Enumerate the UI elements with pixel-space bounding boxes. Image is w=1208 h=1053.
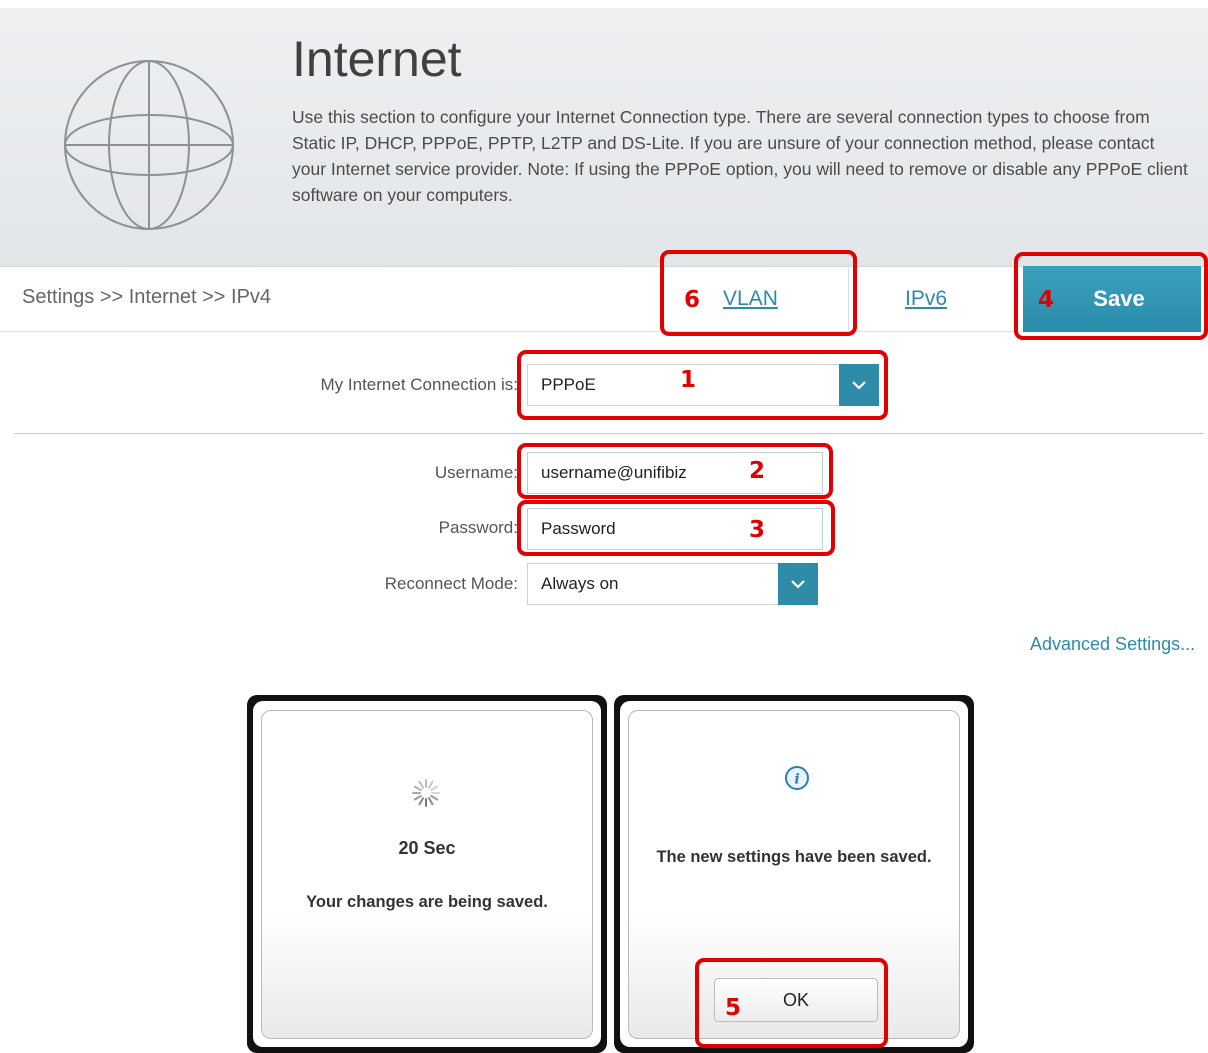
reconnect-mode-select[interactable]: Always on: [527, 563, 818, 605]
breadcrumb: Settings >> Internet >> IPv4: [22, 286, 272, 308]
annotation-number-3: 3: [749, 517, 766, 543]
connection-type-label: My Internet Connection is:: [320, 375, 518, 394]
annotation-number-6: 6: [684, 287, 701, 313]
annotation-number-4: 4: [1038, 287, 1055, 313]
page-description: Use this section to configure your Inter…: [292, 107, 1188, 205]
svg-text:i: i: [794, 772, 799, 788]
chevron-down-icon[interactable]: [778, 563, 818, 605]
reconnect-mode-label: Reconnect Mode:: [384, 574, 518, 593]
globe-icon: [64, 60, 234, 230]
annotation-number-5: 5: [725, 995, 742, 1021]
divider: [14, 433, 1204, 434]
saved-message: The new settings have been saved.: [656, 848, 932, 866]
top-strip: [0, 0, 1208, 8]
annotation-box-1: [517, 350, 888, 420]
ipv6-link[interactable]: IPv6: [905, 287, 947, 311]
annotation-box-5: [695, 958, 888, 1048]
advanced-settings-link[interactable]: Advanced Settings...: [1030, 634, 1195, 655]
reconnect-mode-value: Always on: [541, 574, 619, 593]
annotation-number-2: 2: [749, 458, 766, 484]
countdown-text: 20 Sec: [398, 838, 456, 858]
annotation-box-3: [517, 500, 835, 556]
annotation-box-2: [517, 443, 833, 499]
password-label: Password:: [438, 518, 518, 537]
page-title: Internet: [292, 31, 462, 87]
loading-spinner-icon: [412, 779, 440, 807]
saving-dialog: 20 Sec Your changes are being saved.: [247, 695, 607, 1053]
annotation-number-1: 1: [680, 367, 697, 393]
info-icon: i: [785, 766, 809, 790]
saving-message: Your changes are being saved.: [306, 893, 548, 911]
username-label: Username:: [434, 463, 518, 482]
